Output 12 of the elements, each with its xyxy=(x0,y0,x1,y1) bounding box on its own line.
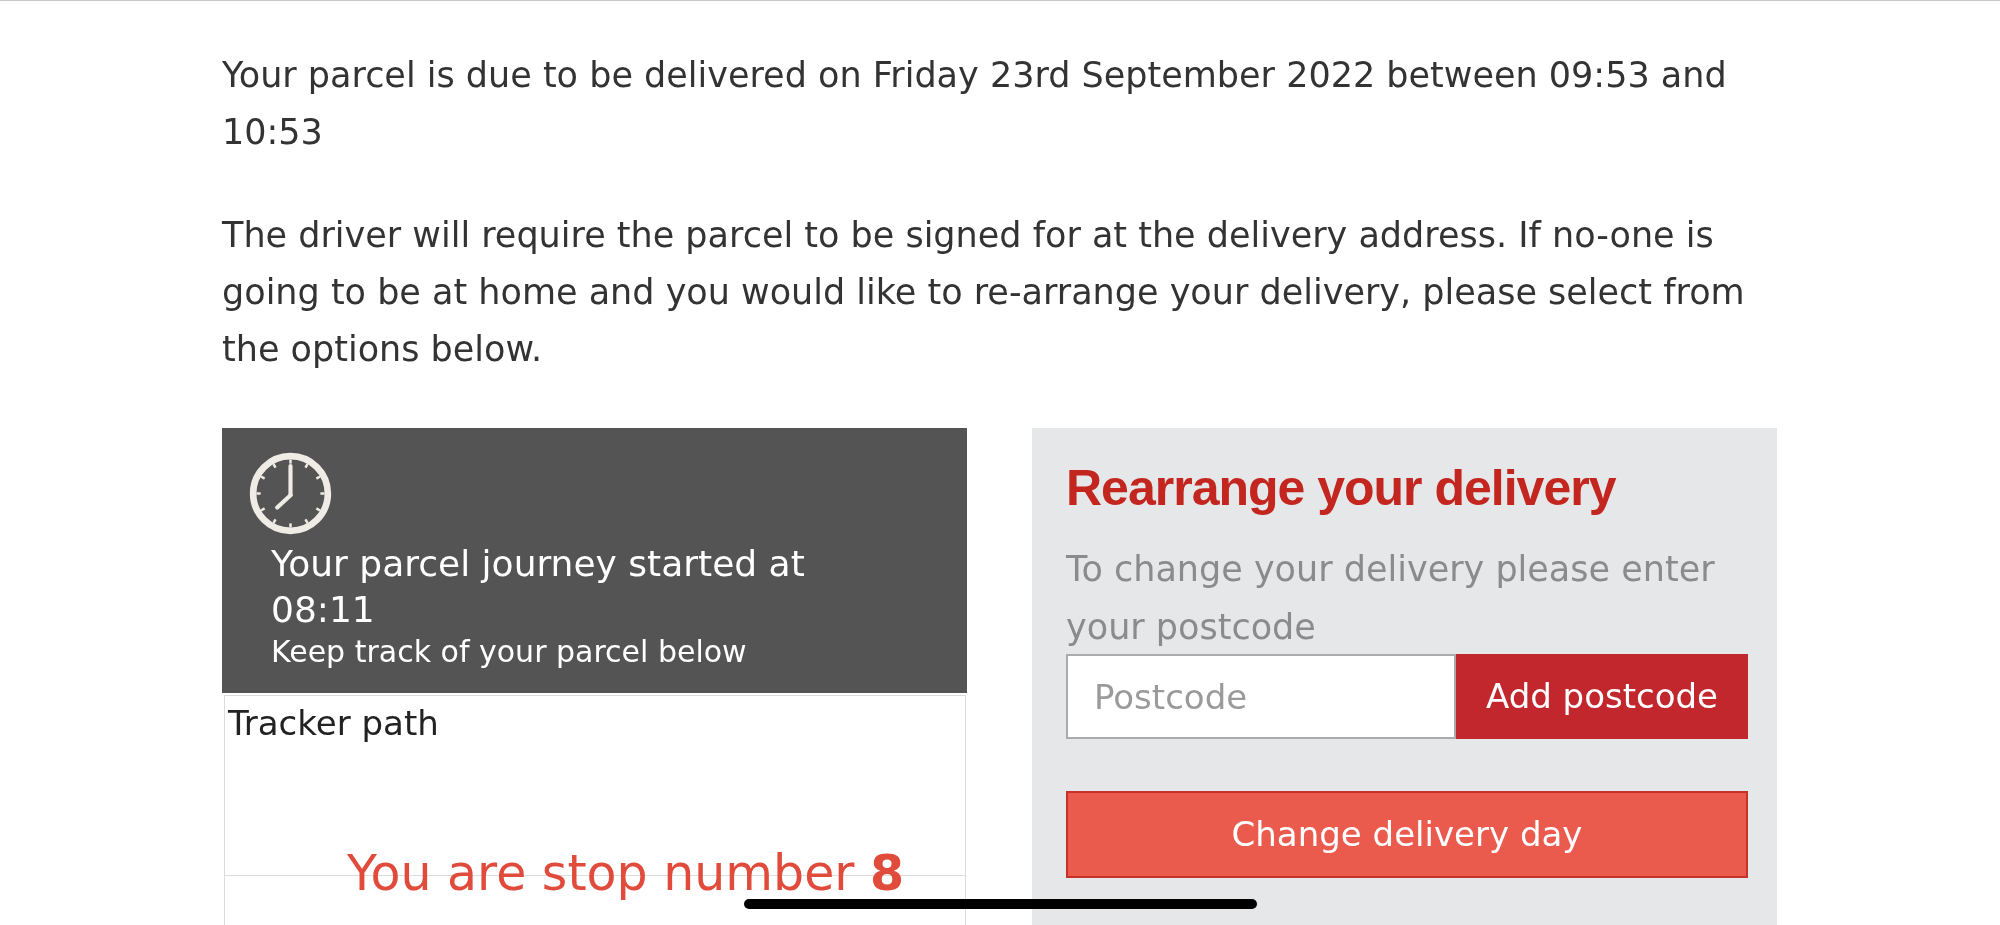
delivery-info-text: The driver will require the parcel to be signed for at the delivery address. If no-one is going to be at home and you would like to re-arrange your delivery, please select from the options below. xyxy=(222,214,1746,371)
tracker-label: Tracker path xyxy=(227,702,440,743)
add-postcode-button[interactable]: Add postcode xyxy=(1456,654,1748,739)
rearrange-title: Rearrange your delivery xyxy=(1066,459,1617,517)
journey-title: Your parcel journey started at 08:11 xyxy=(271,542,806,632)
postcode-field[interactable]: Postcode xyxy=(1066,654,1456,739)
change-delivery-day-button[interactable]: Change delivery day xyxy=(1066,791,1748,878)
rearrange-instructions: To change your delivery please enter your postcode xyxy=(1066,548,1716,649)
stop-number-text: You are stop number 8 xyxy=(346,849,906,899)
delivery-info-text: Your parcel is due to be delivered on Friday 23rd September 2022 between 09:53 and 10:53 xyxy=(222,54,1728,154)
clock-icon xyxy=(249,452,332,535)
journey-subtitle: Keep track of your parcel below xyxy=(271,635,748,669)
